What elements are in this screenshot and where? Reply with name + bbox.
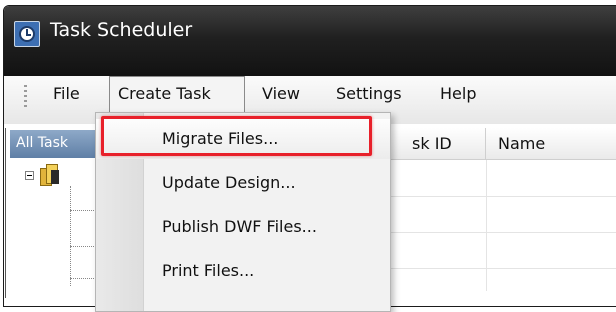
menu-item-update-design[interactable]: Update Design... (96, 163, 390, 203)
grid-divider (486, 160, 487, 291)
grid-row-line (382, 196, 616, 197)
tree-line (70, 210, 94, 212)
menu-item-update-design-label: Update Design... (162, 173, 296, 192)
menu-view-label: View (262, 84, 300, 103)
tree-collapse-icon[interactable] (25, 171, 34, 180)
menu-settings[interactable]: Settings (336, 84, 402, 103)
menu-item-publish-dwf-files[interactable]: Publish DWF Files... (96, 207, 390, 247)
tree-line (70, 186, 72, 286)
menu-item-print-files[interactable]: Print Files... (96, 251, 390, 291)
menu-item-publish-dwf-files-label: Publish DWF Files... (162, 217, 317, 236)
menu-file-label: File (53, 84, 80, 103)
folder-icon (40, 164, 60, 186)
column-header-task-id[interactable]: sk ID (382, 128, 486, 160)
title-bar[interactable]: Task Scheduler (4, 6, 616, 76)
column-header-name-label: Name (498, 134, 546, 153)
menu-settings-label: Settings (336, 84, 402, 103)
left-pane-header-label: All Task (16, 135, 69, 151)
left-pane-border (5, 128, 6, 298)
tree-line (70, 246, 94, 248)
window-title: Task Scheduler (50, 19, 193, 41)
menu-help-label: Help (440, 84, 477, 103)
menu-item-print-files-label: Print Files... (162, 261, 255, 280)
menu-file[interactable]: File (53, 84, 80, 103)
grid-row-line (382, 268, 616, 269)
left-pane-header[interactable]: All Task (10, 130, 100, 158)
toolbar-grip-icon[interactable] (24, 85, 27, 109)
tree-line (70, 278, 94, 280)
column-header-name[interactable]: Name (486, 128, 616, 160)
menu-create-task-label: Create Task (118, 84, 211, 103)
callout-highlight-box (101, 116, 372, 156)
menu-help[interactable]: Help (440, 84, 476, 103)
column-header-task-id-label: sk ID (412, 134, 452, 153)
clock-icon (14, 21, 40, 47)
grid-row-line (382, 232, 616, 233)
menu-view[interactable]: View (262, 84, 300, 103)
menu-create-task[interactable]: Create Task (118, 84, 211, 103)
